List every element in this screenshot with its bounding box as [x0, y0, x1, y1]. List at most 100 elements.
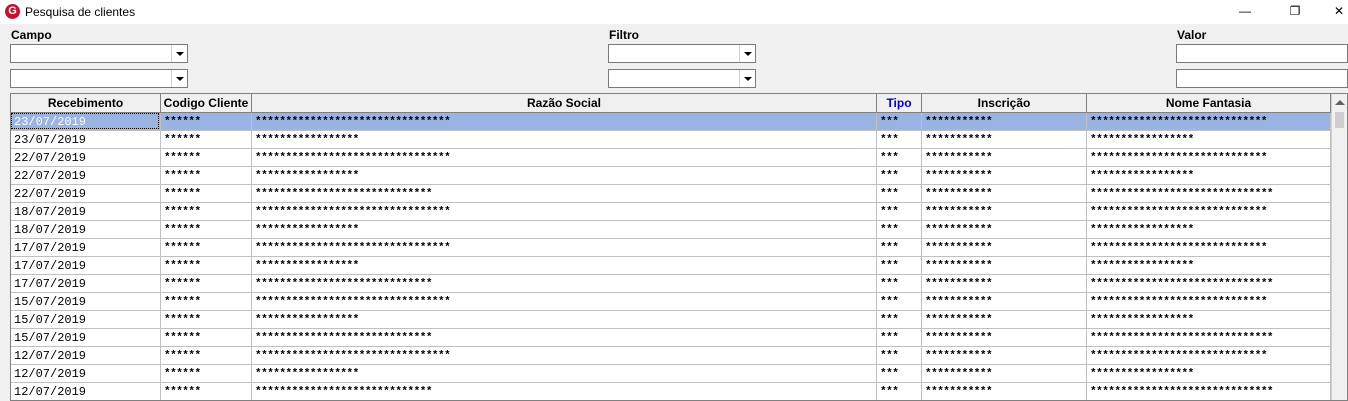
cell-inscricao[interactable]: *********** [922, 383, 1087, 400]
cell-codigo-cliente[interactable]: ****** [161, 257, 252, 275]
cell-inscricao[interactable]: *********** [922, 257, 1087, 275]
cell-recebimento[interactable]: 15/07/2019 [11, 329, 161, 347]
chevron-down-icon[interactable] [739, 45, 755, 62]
cell-inscricao[interactable]: *********** [922, 275, 1087, 293]
cell-inscricao[interactable]: *********** [922, 329, 1087, 347]
cell-recebimento[interactable]: 12/07/2019 [11, 383, 161, 400]
cell-recebimento[interactable]: 18/07/2019 [11, 221, 161, 239]
clients-grid[interactable]: Recebimento Codigo Cliente Razão Social … [10, 93, 1348, 401]
cell-inscricao[interactable]: *********** [922, 149, 1087, 167]
cell-tipo[interactable]: *** [877, 329, 922, 347]
cell-tipo[interactable]: *** [877, 257, 922, 275]
filtro-select-2[interactable] [608, 69, 756, 88]
cell-recebimento[interactable]: 15/07/2019 [11, 293, 161, 311]
cell-tipo[interactable]: *** [877, 185, 922, 203]
cell-razao-social[interactable]: ***************** [252, 257, 877, 275]
cell-codigo-cliente[interactable]: ****** [161, 365, 252, 383]
cell-razao-social[interactable]: ***************** [252, 167, 877, 185]
cell-inscricao[interactable]: *********** [922, 311, 1087, 329]
cell-nome-fantasia[interactable]: ****************************** [1087, 275, 1331, 293]
campo-select-1[interactable] [10, 44, 188, 63]
cell-tipo[interactable]: *** [877, 383, 922, 400]
col-header-nome-fantasia[interactable]: Nome Fantasia [1087, 94, 1331, 112]
cell-codigo-cliente[interactable]: ****** [161, 131, 252, 149]
close-button[interactable]: ✕ [1316, 0, 1348, 24]
cell-tipo[interactable]: *** [877, 311, 922, 329]
chevron-down-icon[interactable] [171, 45, 187, 62]
table-row[interactable]: 22/07/2019******************************… [11, 185, 1331, 203]
cell-inscricao[interactable]: *********** [922, 131, 1087, 149]
cell-codigo-cliente[interactable]: ****** [161, 347, 252, 365]
cell-inscricao[interactable]: *********** [922, 365, 1087, 383]
cell-tipo[interactable]: *** [877, 131, 922, 149]
cell-inscricao[interactable]: *********** [922, 221, 1087, 239]
table-row[interactable]: 17/07/2019******************************… [11, 257, 1331, 275]
cell-nome-fantasia[interactable]: ***************************** [1087, 293, 1331, 311]
table-row[interactable]: 15/07/2019******************************… [11, 293, 1331, 311]
cell-tipo[interactable]: *** [877, 293, 922, 311]
restore-button[interactable]: ❐ [1272, 0, 1318, 24]
cell-razao-social[interactable]: ******************************** [252, 347, 877, 365]
cell-codigo-cliente[interactable]: ****** [161, 329, 252, 347]
cell-razao-social[interactable]: ***************************** [252, 383, 877, 400]
cell-nome-fantasia[interactable]: ***************** [1087, 257, 1331, 275]
cell-nome-fantasia[interactable]: ****************************** [1087, 185, 1331, 203]
cell-codigo-cliente[interactable]: ****** [161, 275, 252, 293]
cell-recebimento[interactable]: 17/07/2019 [11, 275, 161, 293]
cell-nome-fantasia[interactable]: ***************** [1087, 221, 1331, 239]
cell-razao-social[interactable]: ******************************** [252, 239, 877, 257]
cell-recebimento[interactable]: 12/07/2019 [11, 347, 161, 365]
cell-recebimento[interactable]: 12/07/2019 [11, 365, 161, 383]
cell-tipo[interactable]: *** [877, 239, 922, 257]
chevron-down-icon[interactable] [171, 70, 187, 87]
col-header-inscricao[interactable]: Inscrição [922, 94, 1087, 112]
table-row[interactable]: 15/07/2019******************************… [11, 329, 1331, 347]
table-row[interactable]: 17/07/2019******************************… [11, 239, 1331, 257]
cell-codigo-cliente[interactable]: ****** [161, 293, 252, 311]
cell-razao-social[interactable]: ***************** [252, 131, 877, 149]
cell-codigo-cliente[interactable]: ****** [161, 167, 252, 185]
cell-recebimento[interactable]: 15/07/2019 [11, 311, 161, 329]
cell-recebimento[interactable]: 17/07/2019 [11, 257, 161, 275]
cell-razao-social[interactable]: ******************************** [252, 203, 877, 221]
cell-razao-social[interactable]: ***************** [252, 365, 877, 383]
table-row[interactable]: 22/07/2019******************************… [11, 149, 1331, 167]
col-header-recebimento[interactable]: Recebimento [11, 94, 161, 112]
cell-recebimento[interactable]: 22/07/2019 [11, 167, 161, 185]
cell-razao-social[interactable]: ***************** [252, 221, 877, 239]
cell-codigo-cliente[interactable]: ****** [161, 311, 252, 329]
cell-codigo-cliente[interactable]: ****** [161, 383, 252, 400]
cell-nome-fantasia[interactable]: ***************************** [1087, 347, 1331, 365]
table-row[interactable]: 23/07/2019******************************… [11, 113, 1331, 131]
cell-razao-social[interactable]: ******************************** [252, 113, 877, 131]
scroll-up-icon[interactable] [1335, 100, 1345, 105]
cell-tipo[interactable]: *** [877, 167, 922, 185]
cell-codigo-cliente[interactable]: ****** [161, 239, 252, 257]
cell-razao-social[interactable]: ***************************** [252, 185, 877, 203]
cell-recebimento[interactable]: 22/07/2019 [11, 185, 161, 203]
table-row[interactable]: 18/07/2019******************************… [11, 203, 1331, 221]
cell-inscricao[interactable]: *********** [922, 113, 1087, 131]
cell-inscricao[interactable]: *********** [922, 293, 1087, 311]
cell-razao-social[interactable]: ***************************** [252, 329, 877, 347]
cell-recebimento[interactable]: 23/07/2019 [11, 113, 161, 131]
cell-razao-social[interactable]: ***************************** [252, 275, 877, 293]
col-header-razao-social[interactable]: Razão Social [252, 94, 877, 112]
cell-inscricao[interactable]: *********** [922, 185, 1087, 203]
table-row[interactable]: 18/07/2019******************************… [11, 221, 1331, 239]
cell-recebimento[interactable]: 18/07/2019 [11, 203, 161, 221]
cell-codigo-cliente[interactable]: ****** [161, 203, 252, 221]
cell-nome-fantasia[interactable]: ***************** [1087, 131, 1331, 149]
cell-recebimento[interactable]: 22/07/2019 [11, 149, 161, 167]
cell-nome-fantasia[interactable]: ****************************** [1087, 383, 1331, 400]
cell-nome-fantasia[interactable]: ***************** [1087, 311, 1331, 329]
cell-razao-social[interactable]: ***************** [252, 311, 877, 329]
valor-input-2[interactable] [1176, 69, 1348, 88]
cell-codigo-cliente[interactable]: ****** [161, 221, 252, 239]
cell-inscricao[interactable]: *********** [922, 167, 1087, 185]
cell-tipo[interactable]: *** [877, 149, 922, 167]
vertical-scrollbar[interactable] [1331, 94, 1347, 400]
cell-inscricao[interactable]: *********** [922, 203, 1087, 221]
cell-nome-fantasia[interactable]: ***************************** [1087, 203, 1331, 221]
col-header-codigo-cliente[interactable]: Codigo Cliente [161, 94, 252, 112]
